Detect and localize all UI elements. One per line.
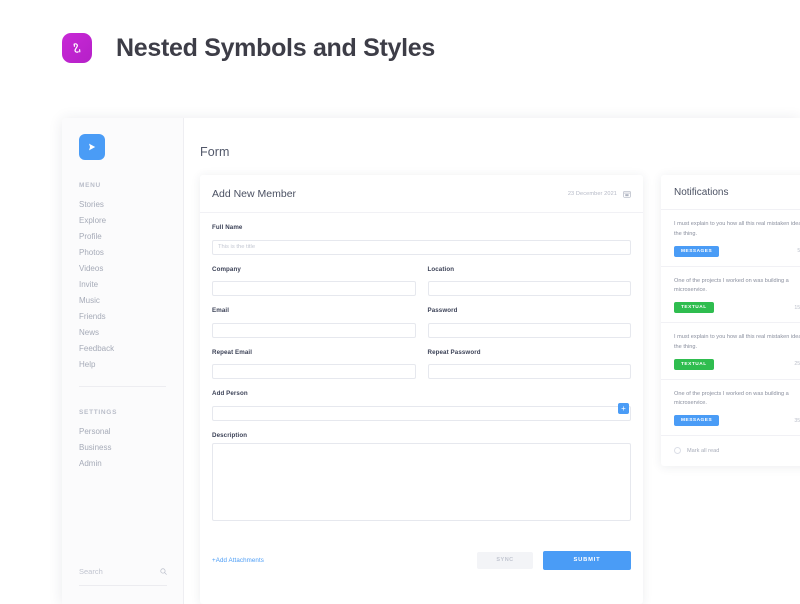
field-location: Location [428, 266, 632, 297]
form-card-date: 23 December 2021 [568, 191, 617, 197]
form-footer: +Add Attachments SYNC SUBMIT [200, 537, 643, 584]
field-repeat-password: Repeat Password [428, 349, 632, 380]
sidebar-item-music[interactable]: Music [79, 293, 183, 309]
field-row-email-password: Email Password [212, 307, 631, 338]
status-badge: TEXTUAL [674, 359, 714, 370]
list-item[interactable]: One of the projects I worked on was buil… [661, 267, 800, 324]
sidebar-item-stories[interactable]: Stories [79, 197, 183, 213]
list-item[interactable]: One of the projects I worked on was buil… [661, 380, 800, 437]
mark-all-read-checkbox[interactable] [674, 447, 681, 454]
full-name-input[interactable] [212, 240, 631, 255]
field-description: Description [212, 432, 631, 526]
sync-button[interactable]: SYNC [477, 552, 533, 569]
nav-group-title-menu: MENU [79, 182, 183, 189]
notification-time: 25 min [794, 361, 800, 367]
sidebar-item-feedback[interactable]: Feedback [79, 341, 183, 357]
sidebar-item-personal[interactable]: Personal [79, 424, 183, 440]
field-label-full-name: Full Name [212, 224, 631, 231]
field-repeat-email: Repeat Email [212, 349, 416, 380]
sidebar-item-admin[interactable]: Admin [79, 456, 183, 472]
sidebar: MENU Stories Explore Profile Photos Vide… [62, 118, 184, 604]
field-label-company: Company [212, 266, 416, 273]
nested-symbols-icon [62, 33, 92, 63]
form-card-title: Add New Member [212, 188, 296, 200]
email-input[interactable] [212, 323, 416, 338]
field-email: Email [212, 307, 416, 338]
status-badge: MESSAGES [674, 246, 719, 257]
search-input[interactable] [79, 567, 145, 576]
page-header: Nested Symbols and Styles [0, 0, 800, 96]
company-input[interactable] [212, 281, 416, 296]
sidebar-item-invite[interactable]: Invite [79, 277, 183, 293]
form-card-date-group[interactable]: 23 December 2021 [568, 190, 631, 198]
field-company: Company [212, 266, 416, 297]
sidebar-divider [79, 386, 166, 387]
field-row-company-location: Company Location [212, 266, 631, 297]
sidebar-item-photos[interactable]: Photos [79, 245, 183, 261]
add-attachments-link[interactable]: +Add Attachments [212, 557, 264, 564]
notification-text: One of the projects I worked on was buil… [674, 390, 800, 410]
notifications-title: Notifications [674, 187, 728, 198]
field-label-repeat-email: Repeat Email [212, 349, 416, 356]
add-person-input[interactable] [212, 406, 631, 421]
sidebar-search [79, 562, 167, 586]
notification-meta: TEXTUAL 15 min [674, 302, 800, 313]
status-badge: TEXTUAL [674, 302, 714, 313]
field-add-person: Add Person + [212, 390, 631, 421]
plus-icon[interactable]: + [618, 403, 629, 414]
notification-text: I must explain to you how all this real … [674, 220, 800, 240]
repeat-email-input[interactable] [212, 364, 416, 379]
page-section-title: Form [184, 118, 800, 159]
add-new-member-card: Add New Member 23 December 2021 [200, 175, 643, 604]
sidebar-item-business[interactable]: Business [79, 440, 183, 456]
main-content: Form Add New Member 23 December 2021 [184, 118, 800, 604]
field-label-email: Email [212, 307, 416, 314]
nav-group-title-settings: SETTINGS [79, 409, 183, 416]
field-full-name: Full Name [212, 224, 631, 255]
location-input[interactable] [428, 281, 632, 296]
notification-meta: MESSAGES 35 min [674, 415, 800, 426]
sidebar-item-profile[interactable]: Profile [79, 229, 183, 245]
field-label-location: Location [428, 266, 632, 273]
description-textarea[interactable] [212, 443, 631, 521]
calendar-icon[interactable] [623, 190, 631, 198]
send-icon[interactable] [79, 134, 105, 160]
notifications-header: Notifications [661, 175, 800, 210]
search-icon[interactable] [160, 562, 167, 580]
page-title: Nested Symbols and Styles [116, 34, 435, 63]
sidebar-item-friends[interactable]: Friends [79, 309, 183, 325]
field-label-add-person: Add Person [212, 390, 631, 397]
notification-time: 35 min [794, 418, 800, 424]
field-label-repeat-password: Repeat Password [428, 349, 632, 356]
password-input[interactable] [428, 323, 632, 338]
list-item[interactable]: I must explain to you how all this real … [661, 210, 800, 267]
status-badge: MESSAGES [674, 415, 719, 426]
notification-text: I must explain to you how all this real … [674, 333, 800, 353]
form-fields: Full Name Company Location [200, 213, 643, 537]
app-window: MENU Stories Explore Profile Photos Vide… [62, 118, 800, 604]
field-label-description: Description [212, 432, 631, 439]
notification-time: 15 min [794, 305, 800, 311]
mark-all-read-label: Mark all read [687, 448, 719, 454]
form-action-buttons: SYNC SUBMIT [477, 551, 631, 570]
mark-all-read-row[interactable]: Mark all read [661, 436, 800, 466]
list-item[interactable]: I must explain to you how all this real … [661, 323, 800, 380]
field-label-password: Password [428, 307, 632, 314]
notification-text: One of the projects I worked on was buil… [674, 277, 800, 297]
submit-button[interactable]: SUBMIT [543, 551, 631, 570]
field-password: Password [428, 307, 632, 338]
sidebar-item-explore[interactable]: Explore [79, 213, 183, 229]
field-row-repeat: Repeat Email Repeat Password [212, 349, 631, 380]
sidebar-item-videos[interactable]: Videos [79, 261, 183, 277]
notification-meta: MESSAGES 5 min [674, 246, 800, 257]
main-body: Add New Member 23 December 2021 [184, 159, 800, 604]
sidebar-item-news[interactable]: News [79, 325, 183, 341]
form-card-header: Add New Member 23 December 2021 [200, 175, 643, 213]
sidebar-item-help[interactable]: Help [79, 357, 183, 373]
notification-meta: TEXTUAL 25 min [674, 359, 800, 370]
notifications-card: Notifications I must explain to you how … [661, 175, 800, 466]
repeat-password-input[interactable] [428, 364, 632, 379]
